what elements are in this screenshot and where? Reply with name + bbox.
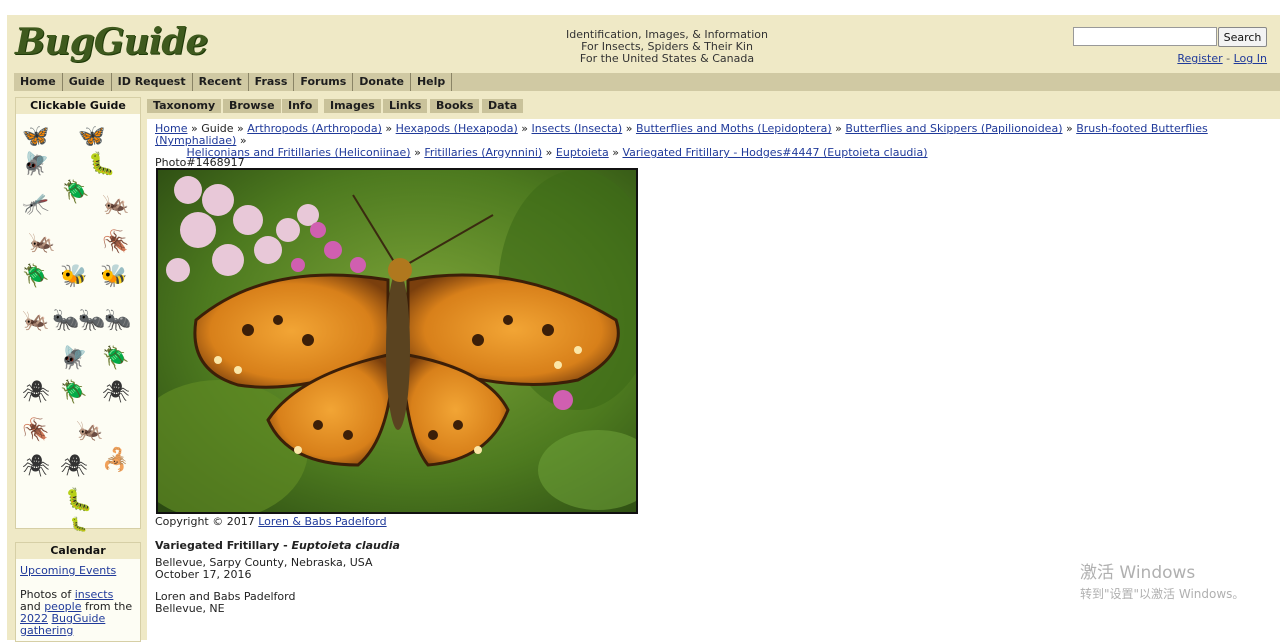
- tick-icon[interactable]: 🪲: [60, 382, 87, 404]
- nav-frass[interactable]: Frass: [249, 73, 295, 91]
- bugguide-logo[interactable]: BugGuide: [15, 21, 208, 63]
- ant-3-icon[interactable]: 🐜: [104, 310, 131, 332]
- harvestman-icon[interactable]: 🕷: [102, 382, 130, 404]
- photo-location-block: Bellevue, Sarpy County, Nebraska, USA Oc…: [155, 557, 373, 581]
- nav-forums[interactable]: Forums: [294, 73, 354, 91]
- beetle-icon[interactable]: 🪲: [22, 266, 49, 288]
- page-frame: BugGuide Identification, Images, & Infor…: [7, 15, 1280, 642]
- calendar-title: Calendar: [16, 543, 140, 559]
- photographer-block: Loren and Babs Padelford Bellevue, NE: [155, 591, 295, 615]
- true-bug-icon[interactable]: 🪳: [102, 232, 129, 254]
- windows-activation-watermark: 激活 Windows 转到"设置"以激活 Windows。: [1080, 558, 1244, 602]
- tagline-line-3: For the United States & Canada: [579, 52, 755, 65]
- calendar-panel: Calendar Upcoming Events Photos of insec…: [15, 542, 141, 642]
- clickable-guide-panel: Clickable Guide 🦋 🦋 🪰 🐛 🦟 🪲 🦗 🦗 🪳 🪲 🐝 🐝 …: [15, 97, 141, 534]
- grasshopper-icon[interactable]: 🦗: [64, 420, 116, 442]
- bee-icon[interactable]: 🐝: [60, 266, 87, 288]
- search-button[interactable]: Search: [1218, 27, 1267, 47]
- common-name: Variegated Fritillary -: [155, 539, 288, 552]
- site-tagline: Identification, Images, & Information Fo…: [427, 29, 907, 65]
- caterpillar-icon[interactable]: 🐛: [76, 154, 128, 176]
- nav-donate[interactable]: Donate: [353, 73, 411, 91]
- clickable-guide-title: Clickable Guide: [16, 98, 140, 114]
- crumb-species[interactable]: Variegated Fritillary - Hodges#4447 (Eup…: [622, 146, 927, 159]
- stonefly-icon[interactable]: 🪳: [22, 420, 49, 442]
- walkingstick-icon[interactable]: 🦗: [22, 310, 49, 332]
- tab-books[interactable]: Books: [430, 99, 480, 113]
- nav-help[interactable]: Help: [411, 73, 453, 91]
- upcoming-events-link[interactable]: Upcoming Events: [20, 565, 136, 577]
- watermark-line-1: 激活 Windows: [1080, 563, 1196, 583]
- fly-icon[interactable]: 🪰: [22, 154, 49, 176]
- copyright-owner-link[interactable]: Loren & Babs Padelford: [258, 515, 386, 528]
- photo-copyright: Copyright © 2017 Loren & Babs Padelford: [155, 515, 387, 528]
- tab-info[interactable]: Info: [282, 99, 319, 113]
- cicada-icon[interactable]: 🪲: [102, 348, 129, 370]
- tab-images[interactable]: Images: [324, 99, 381, 113]
- scorpion-icon[interactable]: 🦂: [102, 450, 129, 472]
- crumb-argynnini[interactable]: Fritillaries (Argynnini): [424, 146, 542, 159]
- tab-taxonomy[interactable]: Taxonomy: [147, 99, 222, 113]
- scientific-name: Euptoieta claudia: [291, 539, 400, 552]
- gathering-note: Photos of insects and people from the 20…: [20, 589, 136, 637]
- search-input[interactable]: [1073, 27, 1217, 46]
- calendar-body: Upcoming Events Photos of insects and pe…: [16, 559, 140, 643]
- login-link[interactable]: Log In: [1234, 52, 1267, 65]
- crumb-insects[interactable]: Insects (Insecta): [532, 122, 623, 135]
- photographer-location: Bellevue, NE: [155, 602, 225, 615]
- mantis-icon[interactable]: 🦗: [28, 232, 55, 254]
- photo-date: October 17, 2016: [155, 568, 252, 581]
- crumb-arthropods[interactable]: Arthropods (Arthropoda): [247, 122, 382, 135]
- watermark-line-2: 转到"设置"以激活 Windows。: [1080, 587, 1245, 601]
- millipede-icon[interactable]: 🐛: [34, 490, 124, 512]
- copyright-prefix: Copyright © 2017: [155, 515, 255, 528]
- damselfly-icon[interactable]: 🦗: [102, 194, 129, 216]
- tab-links[interactable]: Links: [383, 99, 428, 113]
- crane-fly-icon[interactable]: 🦟: [22, 194, 49, 216]
- breadcrumb: Home » Guide » Arthropods (Arthropoda) »…: [155, 122, 1208, 159]
- ant-2-icon[interactable]: 🐜: [78, 310, 105, 332]
- dragonfly-icon[interactable]: 🪲: [62, 182, 89, 204]
- auth-separator: -: [1226, 52, 1231, 65]
- tab-browse[interactable]: Browse: [223, 99, 281, 113]
- ant-icon[interactable]: 🐜: [52, 310, 79, 332]
- nav-guide[interactable]: Guide: [63, 73, 112, 91]
- spider-icon[interactable]: 🕷: [22, 382, 50, 404]
- crumb-papilionoidea[interactable]: Butterflies and Skippers (Papilionoidea): [845, 122, 1062, 135]
- nav-home[interactable]: Home: [14, 73, 63, 91]
- clickable-guide-grid: 🦋 🦋 🪰 🐛 🦟 🪲 🦗 🦗 🪳 🪲 🐝 🐝 🦗 🐜 🐜 🐜 🪰 🪲 🕷 🪲 …: [16, 120, 140, 534]
- nav-recent[interactable]: Recent: [193, 73, 249, 91]
- butterfly-photo[interactable]: [156, 168, 638, 514]
- crumb-euptoieta[interactable]: Euptoieta: [556, 146, 609, 159]
- butterfly-photo-image: [158, 170, 636, 512]
- nav-id-request[interactable]: ID Request: [112, 73, 193, 91]
- photo-caption-title: Variegated Fritillary - Euptoieta claudi…: [155, 539, 400, 552]
- butterfly-icon[interactable]: 🦋: [78, 126, 105, 148]
- mite-icon[interactable]: 🕷: [22, 456, 50, 478]
- lacewing-icon[interactable]: 🪰: [60, 348, 87, 370]
- main-nav: Home Guide ID Request Recent Frass Forum…: [14, 73, 1280, 91]
- crumb-hexapods[interactable]: Hexapods (Hexapoda): [396, 122, 518, 135]
- centipede-icon[interactable]: 🐛: [34, 514, 124, 536]
- spider-2-icon[interactable]: 🕷: [60, 456, 88, 478]
- crumb-lepidoptera[interactable]: Butterflies and Moths (Lepidoptera): [636, 122, 832, 135]
- tab-data[interactable]: Data: [482, 99, 524, 113]
- wasp-icon[interactable]: 🐝: [100, 266, 127, 288]
- moth-icon[interactable]: 🦋: [22, 126, 49, 148]
- register-link[interactable]: Register: [1177, 52, 1222, 65]
- auth-links: Register - Log In: [1167, 52, 1267, 65]
